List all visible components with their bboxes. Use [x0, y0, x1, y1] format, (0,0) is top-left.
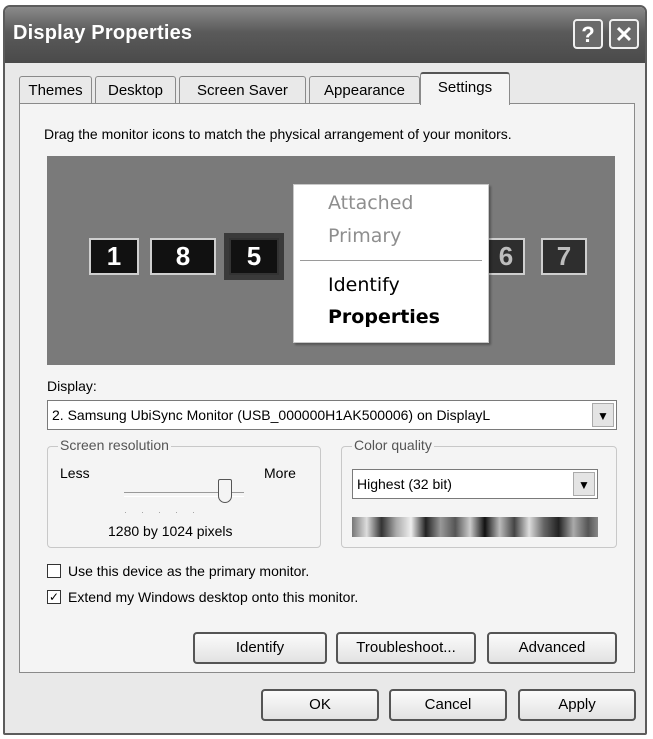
- chevron-down-icon[interactable]: ▼: [592, 403, 614, 427]
- menu-item-primary[interactable]: Primary: [328, 225, 401, 247]
- monitor-icon-5[interactable]: 5: [229, 238, 279, 275]
- tab-desktop[interactable]: Desktop: [95, 76, 176, 104]
- tab-settings[interactable]: Settings: [420, 72, 510, 105]
- resolution-slider-thumb[interactable]: [218, 479, 232, 503]
- close-button[interactable]: ✕: [609, 19, 639, 49]
- cancel-button[interactable]: Cancel: [389, 689, 507, 721]
- resolution-less-label: Less: [60, 465, 90, 481]
- monitor-context-menu: Attached Primary Identify Properties: [293, 184, 489, 343]
- display-label: Display:: [47, 378, 97, 394]
- monitor-arrangement-area[interactable]: 1 8 5 6 7 Attached Primary Identify Prop…: [47, 156, 615, 365]
- help-button[interactable]: ?: [573, 19, 603, 49]
- color-quality-group: Color quality Highest (32 bit) ▼: [341, 437, 617, 548]
- arrangement-instruction: Drag the monitor icons to match the phys…: [44, 126, 512, 142]
- window-title: Display Properties: [13, 22, 193, 44]
- extend-desktop-label[interactable]: Extend my Windows desktop onto this moni…: [68, 589, 358, 605]
- monitor-icon-6[interactable]: 6: [487, 238, 525, 275]
- resolution-value: 1280 by 1024 pixels: [108, 523, 233, 539]
- monitor-icon-8[interactable]: 8: [150, 238, 216, 275]
- tab-themes[interactable]: Themes: [19, 76, 92, 104]
- display-select[interactable]: 2. Samsung UbiSync Monitor (USB_000000H1…: [47, 400, 617, 430]
- resolution-slider-ticks: ·····: [124, 507, 209, 517]
- resolution-more-label: More: [264, 465, 296, 481]
- monitor-icon-7[interactable]: 7: [541, 238, 587, 275]
- apply-button[interactable]: Apply: [518, 689, 636, 721]
- display-properties-window: Display Properties ? ✕ Themes Desktop Sc…: [3, 5, 647, 735]
- menu-item-properties[interactable]: Properties: [328, 306, 440, 328]
- chevron-down-icon[interactable]: ▼: [573, 472, 595, 496]
- tab-screen-saver[interactable]: Screen Saver: [179, 76, 306, 104]
- extend-desktop-checkbox[interactable]: ✓: [47, 590, 61, 604]
- monitor-icon-1[interactable]: 1: [89, 238, 139, 275]
- color-quality-label: Color quality: [352, 437, 434, 453]
- advanced-button[interactable]: Advanced: [487, 632, 617, 664]
- color-quality-value: Highest (32 bit): [357, 476, 452, 492]
- menu-item-identify[interactable]: Identify: [328, 274, 400, 296]
- primary-monitor-label[interactable]: Use this device as the primary monitor.: [68, 563, 309, 579]
- troubleshoot-button[interactable]: Troubleshoot...: [336, 632, 476, 664]
- display-select-value: 2. Samsung UbiSync Monitor (USB_000000H1…: [52, 407, 491, 423]
- screen-resolution-group: Screen resolution Less More ····· 1280 b…: [47, 437, 321, 548]
- tab-appearance[interactable]: Appearance: [309, 76, 420, 104]
- primary-monitor-checkbox[interactable]: [47, 564, 61, 578]
- color-quality-select[interactable]: Highest (32 bit) ▼: [352, 469, 598, 499]
- screen-resolution-label: Screen resolution: [58, 437, 171, 453]
- menu-item-attached[interactable]: Attached: [328, 192, 413, 214]
- ok-button[interactable]: OK: [261, 689, 379, 721]
- menu-separator: [300, 260, 482, 261]
- settings-panel: Drag the monitor icons to match the phys…: [19, 103, 635, 673]
- identify-button[interactable]: Identify: [193, 632, 327, 664]
- title-bar[interactable]: Display Properties ? ✕: [5, 7, 645, 63]
- color-quality-preview: [352, 517, 598, 537]
